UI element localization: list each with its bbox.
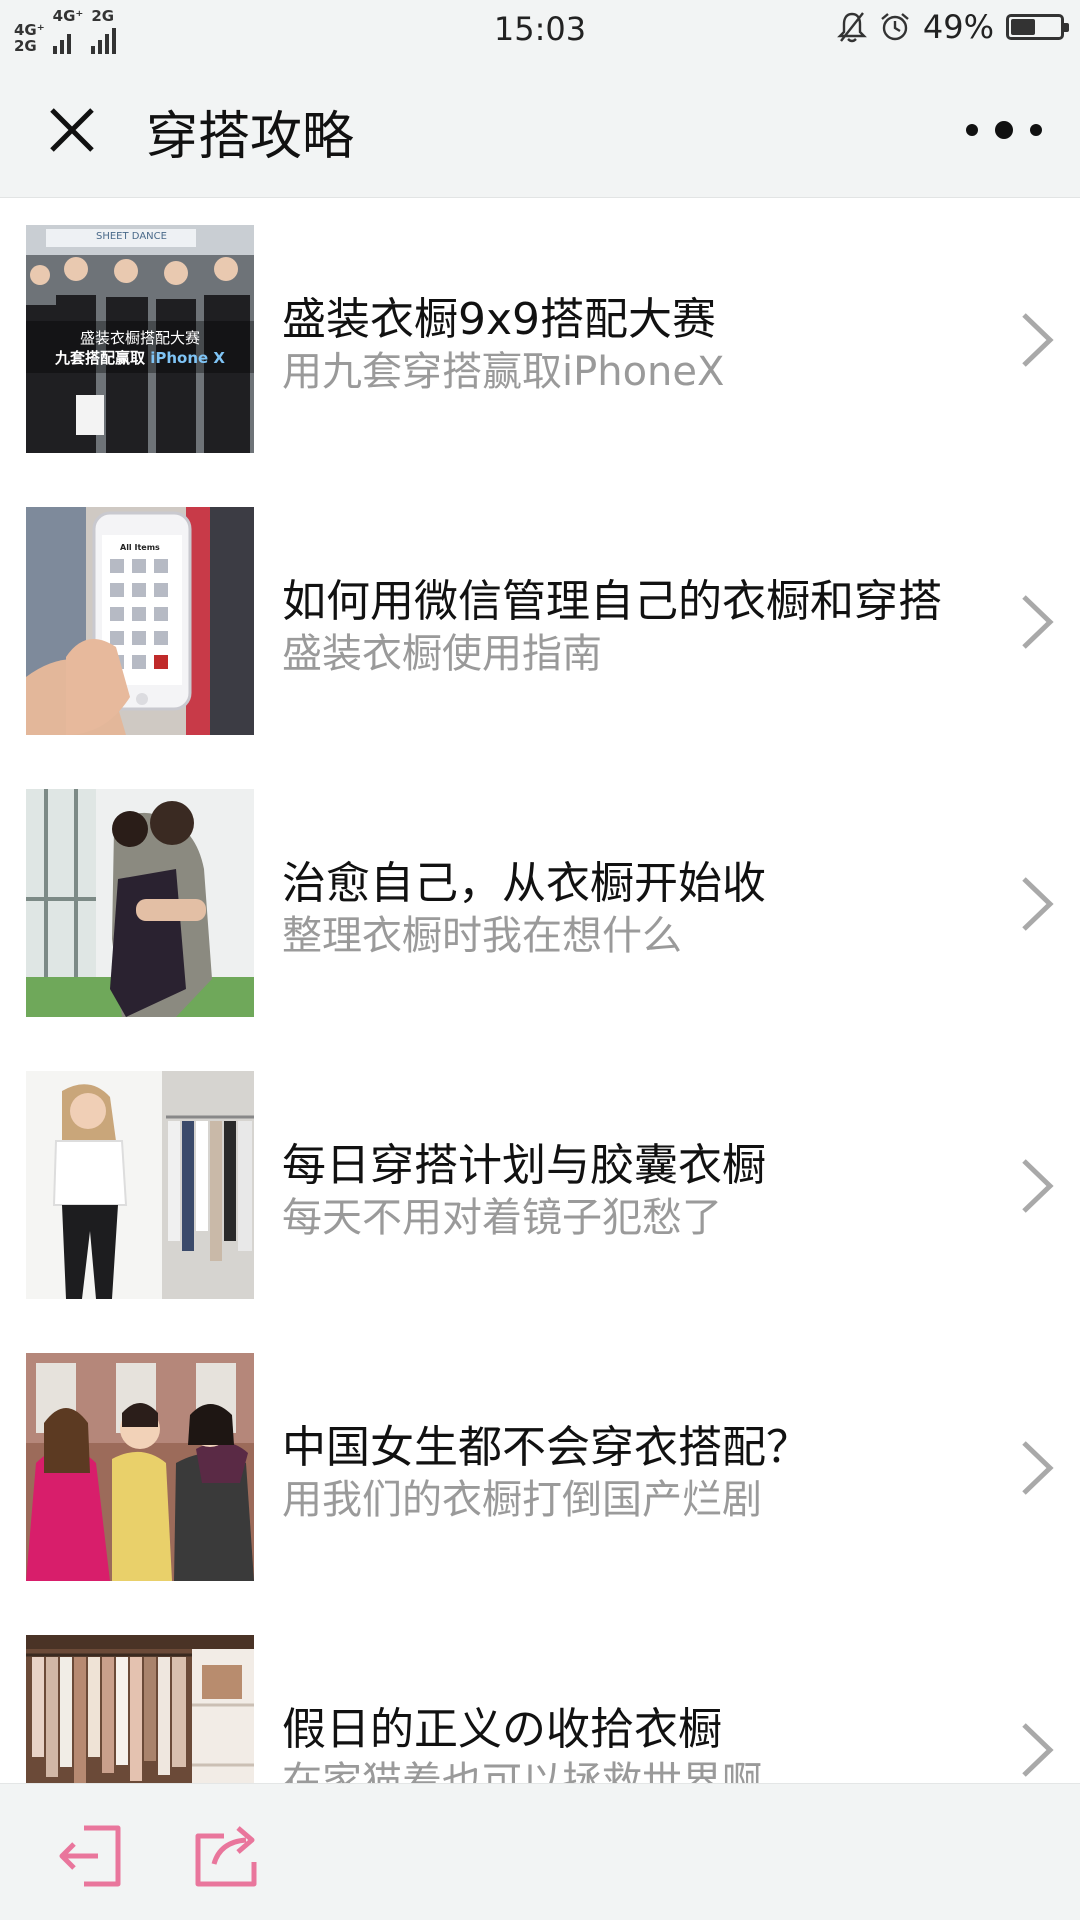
article-list: SHEET DANCE 盛装衣橱搭配大赛 九套搭配赢取 iPhone X 盛装衣… [0,199,1080,1783]
battery-percent: 49% [922,8,994,46]
article-title: 治愈自己，从衣橱开始收 [282,858,766,909]
article-subtitle: 每天不用对着镜子犯愁了 [282,1195,722,1241]
chevron-right-icon [1022,1159,1054,1213]
article-subtitle: 盛装衣橱使用指南 [282,631,602,677]
list-item[interactable]: 中国女生都不会穿衣搭配？ 用我们的衣橱打倒国产烂剧 [0,1327,1080,1609]
bell-muted-icon [836,12,867,43]
thumb-caption-line-3: iPhone X [150,349,225,367]
article-title: 盛装衣橱9x9搭配大赛 [282,294,717,345]
list-item[interactable]: SHEET DANCE 盛装衣橱搭配大赛 九套搭配赢取 iPhone X 盛装衣… [0,199,1080,481]
close-icon[interactable] [40,98,104,162]
chevron-right-icon [1022,1441,1054,1495]
article-thumbnail [26,1071,254,1299]
article-thumbnail: All Items [26,507,254,735]
chevron-right-icon [1022,313,1054,367]
chevron-right-icon [1022,1723,1054,1777]
thumb-caption-line-2: 九套搭配赢取 [55,349,151,367]
article-thumbnail [26,1635,254,1783]
thumb-banner: SHEET DANCE [96,231,167,242]
more-dots-icon[interactable] [966,108,1042,152]
list-item[interactable]: All Items 如何用微信管理自己的衣橱和穿搭 盛装衣橱使用指南 [0,481,1080,763]
chevron-right-icon [1022,877,1054,931]
article-subtitle: 用九套穿搭赢取iPhoneX [282,349,725,395]
article-title: 如何用微信管理自己的衣橱和穿搭 [282,576,942,627]
article-title: 假日的正义の收拾衣橱 [282,1704,722,1755]
article-subtitle: 在家猫着也可以拯救世界啊 [282,1759,762,1783]
article-thumbnail: SHEET DANCE 盛装衣橱搭配大赛 九套搭配赢取 iPhone X [26,225,254,453]
battery-icon [1006,14,1069,40]
thumb-phone-label: All Items [120,543,160,552]
article-title: 每日穿搭计划与胶囊衣橱 [282,1140,766,1191]
bottom-toolbar [0,1783,1080,1920]
article-thumbnail [26,789,254,1017]
nav-bar: 穿搭攻略 [0,58,1080,198]
alarm-clock-icon [881,13,909,41]
status-bar: 4G⁺ 2G 4G⁺ 2G 15:03 49% [0,0,1080,58]
list-item[interactable]: 每日穿搭计划与胶囊衣橱 每天不用对着镜子犯愁了 [0,1045,1080,1327]
list-item[interactable]: 假日的正义の收拾衣橱 在家猫着也可以拯救世界啊 [0,1609,1080,1783]
exit-icon[interactable] [54,1822,126,1890]
chevron-right-icon [1022,595,1054,649]
thumb-caption-line-1: 盛装衣橱搭配大赛 [79,329,200,347]
share-icon[interactable] [190,1822,262,1890]
article-subtitle: 用我们的衣橱打倒国产烂剧 [282,1477,762,1523]
article-subtitle: 整理衣橱时我在想什么 [282,913,682,959]
list-item[interactable]: 治愈自己，从衣橱开始收 整理衣橱时我在想什么 [0,763,1080,1045]
article-thumbnail [26,1353,254,1581]
article-title: 中国女生都不会穿衣搭配？ [282,1422,810,1473]
page-title: 穿搭攻略 [146,107,355,167]
